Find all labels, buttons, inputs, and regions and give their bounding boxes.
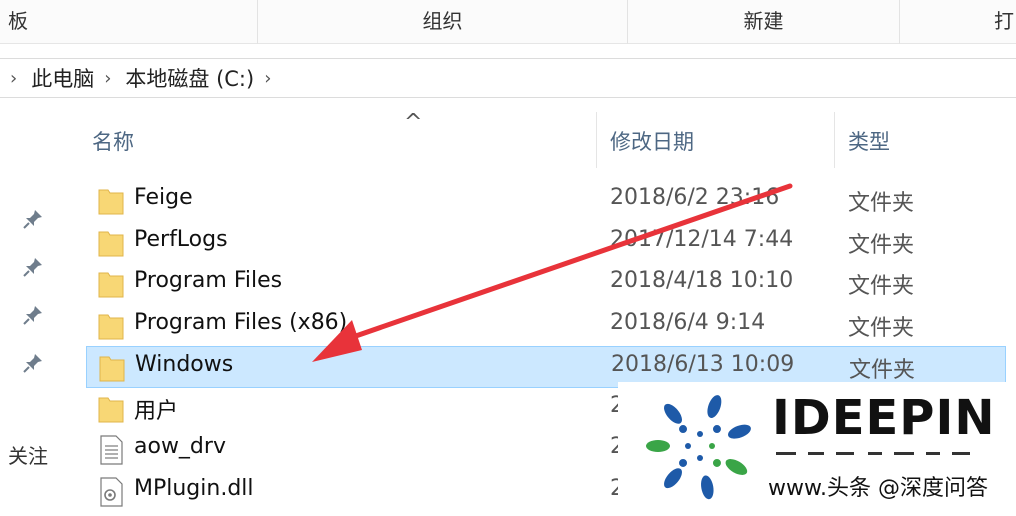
- breadcrumb-local-disk-c[interactable]: 本地磁盘 (C:): [125, 63, 254, 93]
- file-type: 文件夹: [848, 232, 915, 258]
- folder-icon: [99, 353, 125, 383]
- watermark: IDEEPIN www.头条 @深度问答: [618, 382, 1016, 516]
- ribbon-group-organize[interactable]: 组织: [258, 0, 628, 44]
- column-divider[interactable]: [596, 112, 597, 168]
- folder-icon: [98, 269, 124, 299]
- column-divider[interactable]: [834, 112, 835, 168]
- ribbon-group-open[interactable]: 打: [900, 0, 1016, 44]
- sort-ascending-icon: ^: [404, 110, 423, 135]
- file-type: 文件夹: [848, 315, 915, 341]
- file-name: Program Files: [134, 268, 283, 293]
- folder-icon: [98, 228, 124, 258]
- text-file-icon: [98, 435, 124, 465]
- folder-icon: [98, 394, 124, 424]
- credit-prefix: www.: [768, 476, 827, 501]
- column-name[interactable]: 名称: [92, 126, 134, 156]
- column-type[interactable]: 类型: [848, 126, 890, 156]
- file-date-modified: 2018/6/13 10:09: [611, 352, 795, 377]
- file-row[interactable]: Program Files 2018/4/18 10:10 文件夹: [86, 263, 1006, 305]
- folder-icon: [98, 311, 124, 341]
- file-date-modified: 2018/6/2 23:16: [610, 185, 780, 210]
- folder-icon: [98, 186, 124, 216]
- pin-icon[interactable]: [22, 208, 44, 230]
- credit-text: 头条 @深度问答: [826, 476, 988, 501]
- address-bar[interactable]: › 此电脑 › 本地磁盘 (C:) ›: [0, 58, 1016, 98]
- file-type: 文件夹: [848, 191, 915, 216]
- file-date-modified: 2018/6/4 9:14: [610, 309, 766, 335]
- file-date-modified: 2017/12/14 7:44: [610, 226, 794, 252]
- chevron-right-icon[interactable]: ›: [264, 68, 271, 89]
- pin-icon[interactable]: [22, 304, 44, 326]
- ribbon-group-board[interactable]: 板: [0, 0, 258, 44]
- chevron-right-icon[interactable]: ›: [104, 68, 111, 89]
- ribbon-group-new[interactable]: 新建: [628, 0, 900, 44]
- pin-icon[interactable]: [22, 256, 44, 278]
- file-name: 用户: [134, 398, 179, 424]
- file-name: Windows: [135, 352, 234, 377]
- brand-underline-decoration: [776, 452, 970, 455]
- file-name: Feige: [134, 185, 193, 210]
- file-name: MPlugin.dll: [134, 475, 254, 501]
- breadcrumb-this-pc[interactable]: 此电脑: [31, 63, 94, 93]
- file-type: 文件夹: [848, 274, 915, 299]
- brand-name: IDEEPIN: [772, 390, 996, 446]
- follow-label: 关注: [8, 444, 48, 468]
- column-header: ^ 名称 修改日期 类型: [76, 110, 1016, 168]
- ideepin-logo-icon: [646, 395, 751, 500]
- chevron-right-icon[interactable]: ›: [10, 68, 17, 89]
- file-row[interactable]: Feige 2018/6/2 23:16 文件夹: [86, 180, 1006, 222]
- file-row[interactable]: PerfLogs 2017/12/14 7:44 文件夹: [86, 222, 1006, 264]
- file-name: aow_drv: [134, 434, 226, 459]
- pin-icon[interactable]: [22, 352, 44, 374]
- file-date-modified: 2018/4/18 10:10: [610, 268, 794, 293]
- file-type: 文件夹: [849, 358, 916, 383]
- file-row[interactable]: Program Files (x86) 2018/6/4 9:14 文件夹: [86, 305, 1006, 347]
- watermark-credit: www.头条 @深度问答: [768, 470, 988, 502]
- dll-file-icon: [98, 476, 124, 507]
- file-name: Program Files (x86): [134, 309, 348, 335]
- column-date-modified[interactable]: 修改日期: [610, 126, 694, 156]
- file-name: PerfLogs: [134, 226, 228, 252]
- ribbon-groups: 板 组织 新建 打: [0, 0, 1016, 44]
